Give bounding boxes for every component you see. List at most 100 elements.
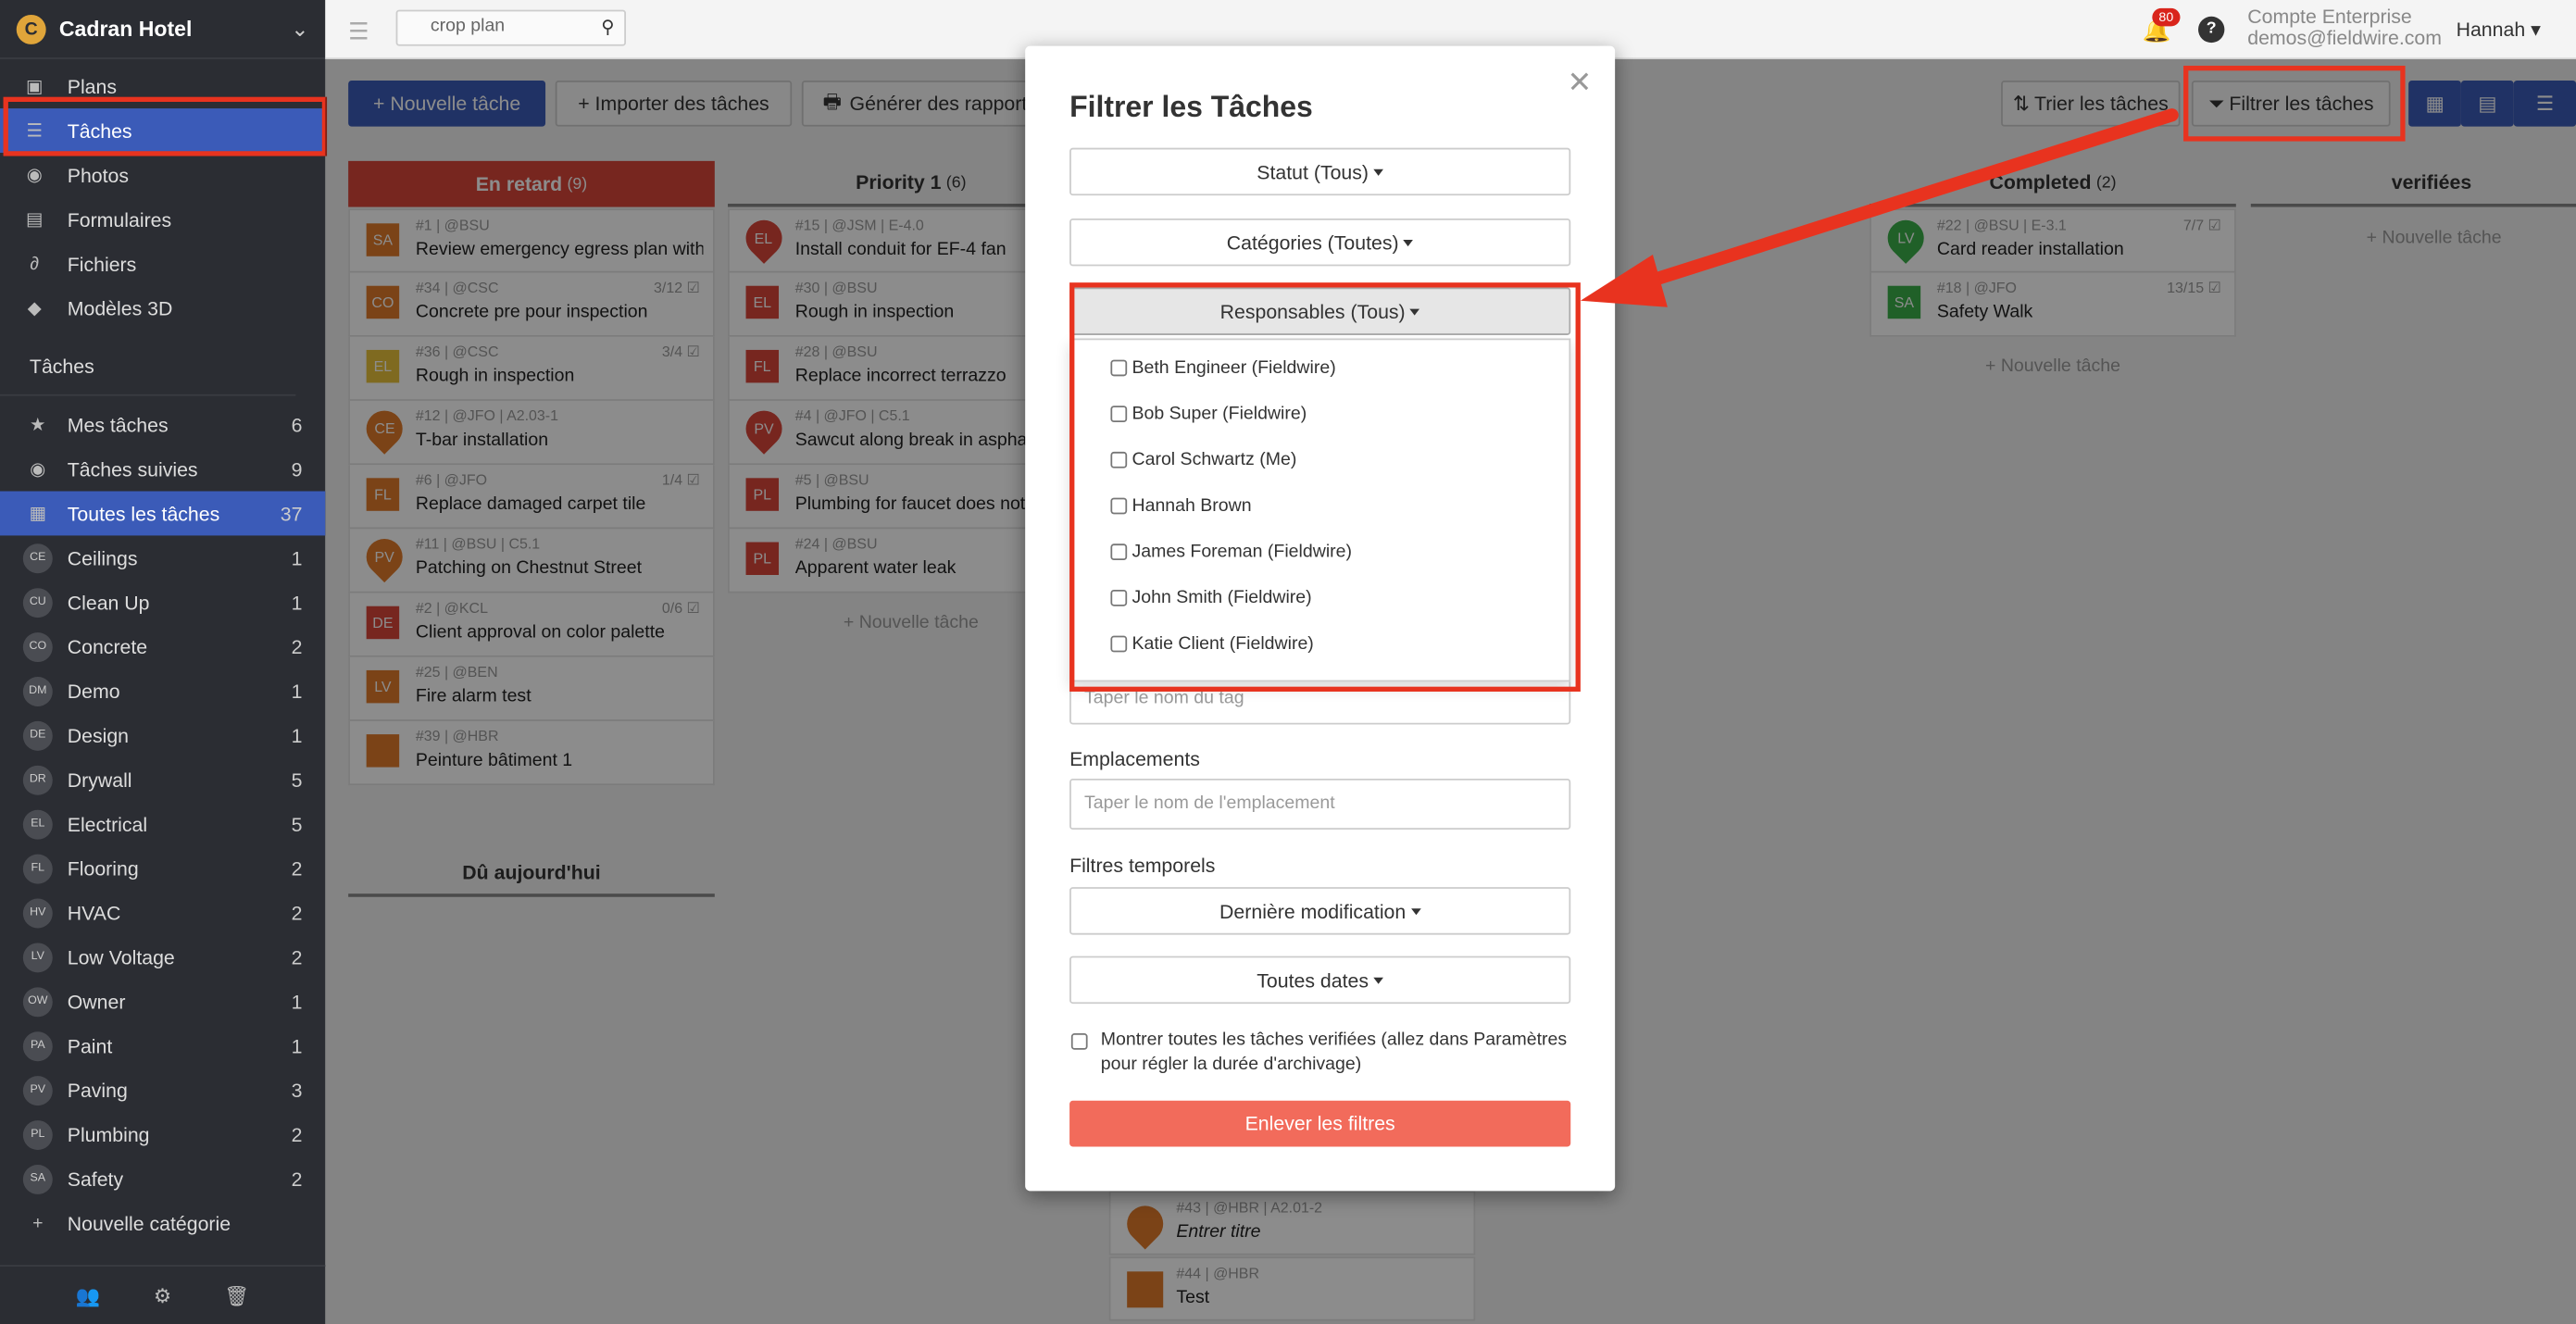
category-badge: OW	[22, 986, 53, 1017]
assignee-checkbox[interactable]	[1110, 497, 1128, 515]
assignee-option[interactable]: Beth Engineer (Fieldwire)	[1071, 345, 1569, 392]
show-verified-option[interactable]: Montrer toutes les tâches verifiées (all…	[1069, 1029, 1570, 1078]
modal-title: Filtrer les Tâches	[1069, 90, 1313, 124]
sidebar-category-item[interactable]: PL Plumbing 2	[0, 1112, 325, 1156]
assignee-checkbox[interactable]	[1110, 635, 1128, 653]
close-icon[interactable]: ✕	[1568, 66, 1593, 100]
assignee-checkbox[interactable]	[1110, 406, 1128, 422]
all-dates-dropdown[interactable]: Toutes dates	[1069, 956, 1571, 1005]
new-category-button[interactable]: + Nouvelle catégorie	[0, 1201, 325, 1245]
assignees-dropdown-menu: Beth Engineer (Fieldwire) Bob Super (Fiel…	[1069, 338, 1571, 682]
user-menu[interactable]: Hannah ▾	[2457, 19, 2541, 42]
category-badge: FL	[22, 853, 53, 883]
sidebar-category-item[interactable]: CE Ceilings 1	[0, 535, 325, 580]
assignee-checkbox[interactable]	[1110, 359, 1128, 377]
assignee-checkbox[interactable]	[1110, 589, 1128, 606]
users-icon[interactable]: 👥	[76, 1284, 101, 1307]
sidebar-category-label: Low Voltage	[67, 945, 175, 968]
search-input[interactable]: crop plan ⚲	[395, 9, 627, 46]
new-category-label: Nouvelle catégorie	[67, 1211, 231, 1235]
sidebar-item-formulaires[interactable]: ▤ Formulaires	[0, 197, 325, 242]
assignee-checkbox[interactable]	[1110, 451, 1128, 468]
sidebar-category-item[interactable]: PV Paving 3	[0, 1068, 325, 1112]
assignee-label: Beth Engineer (Fieldwire)	[1132, 357, 1336, 379]
sidebar-category-label: Design	[67, 723, 130, 747]
sidebar-item-t-ches[interactable]: ☰ Tâches	[0, 108, 326, 154]
sidebar-filter-label: Mes tâches	[67, 413, 169, 437]
category-badge: LV	[22, 942, 53, 972]
sidebar-category-item[interactable]: LV Low Voltage 2	[0, 935, 325, 980]
assignees-filter-dropdown[interactable]: Responsables (Tous)	[1069, 287, 1571, 335]
last-modified-dropdown[interactable]: Dernière modification	[1069, 887, 1571, 935]
sidebar-category-item[interactable]: PA Paint 1	[0, 1023, 325, 1068]
sidebar-item-fichiers[interactable]: ∂ Fichiers	[0, 242, 325, 286]
category-badge: SA	[22, 1164, 53, 1194]
sidebar-item-label: Plans	[67, 74, 118, 98]
sidebar-filter-item[interactable]: ◉ Tâches suivies 9	[0, 447, 325, 492]
locations-label: Emplacements	[1069, 747, 1200, 771]
assignee-option[interactable]: Hannah Brown	[1071, 483, 1569, 530]
trash-icon[interactable]: 🗑	[224, 1284, 249, 1307]
category-badge: PV	[22, 1075, 53, 1105]
sidebar-filter-label: Toutes les tâches	[67, 502, 220, 525]
assignee-option[interactable]: James Foreman (Fieldwire)	[1071, 529, 1569, 575]
project-switcher[interactable]: C Cadran Hotel ⌄	[0, 0, 326, 59]
show-verified-checkbox[interactable]	[1070, 1033, 1088, 1050]
sidebar-category-item[interactable]: CU Clean Up 1	[0, 580, 325, 624]
sidebar-category-count: 1	[291, 590, 303, 614]
sidebar-category-item[interactable]: DE Design 1	[0, 713, 325, 757]
assignee-label: Bob Super (Fieldwire)	[1132, 404, 1307, 424]
sidebar-item-photos[interactable]: ◉ Photos	[0, 153, 325, 197]
status-filter-dropdown[interactable]: Statut (Tous)	[1069, 147, 1571, 196]
sidebar-category-label: Paint	[67, 1033, 113, 1057]
sidebar-category-item[interactable]: SA Safety 2	[0, 1156, 325, 1201]
location-input[interactable]: Taper le nom de l'emplacement	[1069, 779, 1571, 831]
gear-icon[interactable]: ⚙	[154, 1284, 171, 1307]
sidebar-nav: ▣ Plans ☰ Tâches ◉ Photos ▤ Formulaires ∂ Fichier…	[0, 59, 326, 331]
chevron-down-icon[interactable]: ⌄	[291, 16, 308, 42]
all-dates-label: Toutes dates	[1257, 968, 1369, 992]
sidebar-item-mod-les-3d[interactable]: ◆ Modèles 3D	[0, 286, 325, 331]
sidebar-category-item[interactable]: DR Drywall 5	[0, 757, 325, 802]
assignee-label: Hannah Brown	[1132, 495, 1252, 517]
assignee-option[interactable]: Carol Schwartz (Me)	[1071, 437, 1569, 483]
search-icon[interactable]: ⚲	[601, 17, 614, 38]
sidebar-category-item[interactable]: DM Demo 1	[0, 668, 325, 713]
clear-filters-button[interactable]: Enlever les filtres	[1069, 1100, 1571, 1147]
sidebar-filter-item[interactable]: ★ Mes tâches 6	[0, 403, 325, 447]
sidebar-item-plans[interactable]: ▣ Plans	[0, 64, 325, 108]
sidebar-filter-item[interactable]: ▦ Toutes les tâches 37	[0, 491, 326, 536]
assignee-label: James Foreman (Fieldwire)	[1132, 542, 1353, 562]
category-badge: CE	[22, 543, 53, 573]
category-badge: PA	[22, 1030, 53, 1061]
category-badge: CO	[22, 631, 53, 662]
chevron-down-icon: ▾	[2531, 18, 2541, 42]
account-email: demos@fieldwire.com	[2247, 26, 2442, 50]
sidebar-category-item[interactable]: CO Concrete 2	[0, 624, 325, 668]
sidebar-category-item[interactable]: EL Electrical 5	[0, 802, 325, 846]
sidebar-category-item[interactable]: HV HVAC 2	[0, 891, 325, 935]
sidebar-category-item[interactable]: FL Flooring 2	[0, 846, 325, 891]
sidebar-category-label: Demo	[67, 679, 120, 703]
assignee-option[interactable]: John Smith (Fieldwire)	[1071, 575, 1569, 621]
assignee-label: Carol Schwartz (Me)	[1132, 450, 1297, 470]
assignee-option[interactable]: Katie Client (Fieldwire)	[1071, 621, 1569, 668]
notification-badge: 80	[2152, 7, 2181, 27]
hamburger-icon[interactable]: ☰	[348, 19, 369, 46]
sidebar-category-item[interactable]: OW Owner 1	[0, 979, 325, 1023]
sidebar-category-label: Electrical	[67, 812, 148, 836]
category-badge: CU	[22, 587, 53, 618]
sidebar-item-label: Fichiers	[67, 252, 137, 276]
assignee-option[interactable]: Bob Super (Fieldwire)	[1071, 391, 1569, 437]
camera-icon: ◉	[26, 166, 43, 186]
category-badge: DE	[22, 720, 53, 750]
categories-filter-dropdown[interactable]: Catégories (Toutes)	[1069, 218, 1571, 267]
assignee-checkbox[interactable]	[1110, 543, 1128, 561]
sidebar-item-label: Photos	[67, 163, 130, 187]
status-filter-label: Statut (Tous)	[1257, 159, 1369, 183]
caret-down-icon	[1410, 907, 1421, 915]
help-icon[interactable]: ?	[2198, 16, 2225, 44]
plus-icon: +	[32, 1213, 44, 1233]
categories-filter-label: Catégories (Toutes)	[1226, 231, 1399, 255]
category-badge: HV	[22, 897, 53, 928]
